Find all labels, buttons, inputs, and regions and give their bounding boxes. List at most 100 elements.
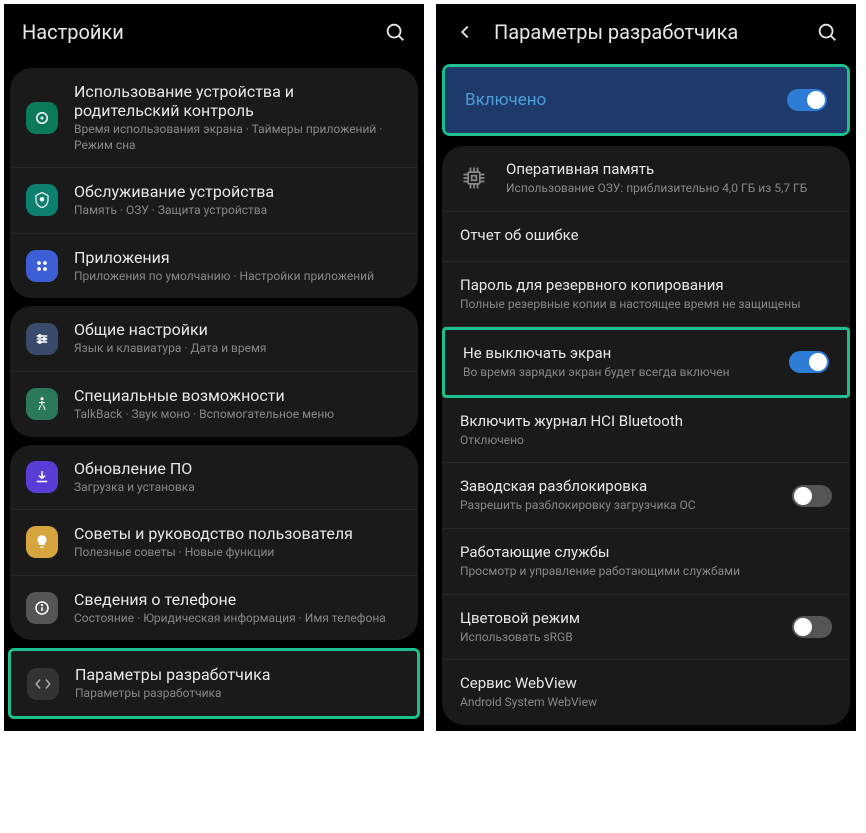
item-title: Специальные возможности: [74, 386, 402, 405]
memory-item[interactable]: Оперативная память Использование ОЗУ: пр…: [442, 146, 850, 212]
enabled-toggle[interactable]: [787, 89, 827, 111]
item-title: Приложения: [74, 248, 402, 267]
stay-awake-item[interactable]: Не выключать экран Во время зарядки экра…: [442, 327, 850, 398]
item-sub: Во время зарядки экран будет всегда вклю…: [463, 365, 771, 381]
page-title: Настройки: [22, 20, 366, 44]
header: Настройки: [4, 4, 424, 60]
item-title: Цветовой режим: [460, 609, 774, 627]
back-icon[interactable]: [454, 21, 476, 43]
about-icon: [26, 592, 58, 624]
item-text: Обслуживание устройства Память · ОЗУ · З…: [74, 182, 402, 219]
item-text: Приложения Приложения по умолчанию · Нас…: [74, 248, 402, 285]
settings-group: Параметры разработчика Параметры разрабо…: [11, 651, 417, 716]
item-text: Пароль для резервного копирования Полные…: [460, 276, 832, 313]
item-sub: Загрузка и установка: [74, 480, 402, 496]
item-sub: Android System WebView: [460, 695, 832, 711]
accessibility-icon: [26, 388, 58, 420]
wellbeing-item[interactable]: Использование устройства и родительский …: [10, 68, 418, 168]
item-text: Специальные возможности TalkBack · Звук …: [74, 386, 402, 423]
header: Параметры разработчика: [436, 4, 856, 60]
item-text: Заводская разблокировка Разрешить разбло…: [460, 477, 774, 514]
color-mode-item[interactable]: Цветовой режим Использовать sRGB: [442, 595, 850, 661]
enabled-toggle-bar[interactable]: Включено: [445, 67, 847, 133]
dev-section: Оперативная память Использование ОЗУ: пр…: [442, 146, 850, 725]
oem-unlock-toggle[interactable]: [792, 485, 832, 507]
item-title: Заводская разблокировка: [460, 477, 774, 495]
item-text: Включить журнал HCI Bluetooth Отключено: [460, 412, 832, 449]
item-title: Пароль для резервного копирования: [460, 276, 832, 294]
item-sub: Отключено: [460, 433, 832, 449]
item-title: Использование устройства и родительский …: [74, 82, 402, 120]
item-sub: Язык и клавиатура · Дата и время: [74, 341, 402, 357]
developer-options-item[interactable]: Параметры разработчика Параметры разрабо…: [11, 651, 417, 716]
oem-unlock-item[interactable]: Заводская разблокировка Разрешить разбло…: [442, 463, 850, 529]
item-text: Советы и руководство пользователя Полезн…: [74, 524, 402, 561]
device-care-item[interactable]: Обслуживание устройства Память · ОЗУ · З…: [10, 168, 418, 234]
item-text: Сведения о телефоне Состояние · Юридичес…: [74, 590, 402, 627]
item-sub: Разрешить разблокировку загрузчика ОС: [460, 498, 774, 514]
page-title: Параметры разработчика: [494, 20, 798, 44]
item-title: Не выключать экран: [463, 344, 771, 362]
item-sub: Использование ОЗУ: приблизительно 4,0 ГБ…: [506, 181, 832, 197]
item-text: Цветовой режим Использовать sRGB: [460, 609, 774, 646]
backup-password-item[interactable]: Пароль для резервного копирования Полные…: [442, 262, 850, 328]
apps-icon: [26, 250, 58, 282]
item-title: Общие настройки: [74, 320, 402, 339]
item-title: Обслуживание устройства: [74, 182, 402, 201]
bluetooth-hci-item[interactable]: Включить журнал HCI Bluetooth Отключено: [442, 398, 850, 464]
item-sub: Память · ОЗУ · Защита устройства: [74, 203, 402, 219]
item-sub: TalkBack · Звук моно · Вспомогательное м…: [74, 407, 402, 423]
item-text: Не выключать экран Во время зарядки экра…: [463, 344, 771, 381]
item-sub: Полезные советы · Новые функции: [74, 545, 402, 561]
cpu-icon: [460, 164, 488, 192]
item-sub: Время использования экрана · Таймеры при…: [74, 122, 402, 153]
item-text: Параметры разработчика Параметры разрабо…: [75, 665, 401, 702]
item-sub: Использовать sRGB: [460, 630, 774, 646]
search-icon[interactable]: [816, 21, 838, 43]
developer-highlight: Параметры разработчика Параметры разрабо…: [8, 648, 420, 719]
item-title: Обновление ПО: [74, 459, 402, 478]
settings-group: Общие настройки Язык и клавиатура · Дата…: [10, 306, 418, 436]
settings-group: Обновление ПО Загрузка и установка Совет…: [10, 445, 418, 641]
item-text: Сервис WebView Android System WebView: [460, 674, 832, 711]
accessibility-item[interactable]: Специальные возможности TalkBack · Звук …: [10, 372, 418, 437]
item-title: Отчет об ошибке: [460, 226, 832, 244]
search-icon[interactable]: [384, 21, 406, 43]
item-sub: Параметры разработчика: [75, 686, 401, 702]
item-sub: Приложения по умолчанию · Настройки прил…: [74, 269, 402, 285]
tips-item[interactable]: Советы и руководство пользователя Полезн…: [10, 510, 418, 576]
settings-screen: Настройки Использование устройства и род…: [4, 4, 424, 731]
running-services-item[interactable]: Работающие службы Просмотр и управление …: [442, 529, 850, 595]
color-mode-toggle[interactable]: [792, 616, 832, 638]
settings-group: Использование устройства и родительский …: [10, 68, 418, 298]
tips-icon: [26, 526, 58, 558]
wellbeing-icon: [26, 102, 58, 134]
update-icon: [26, 461, 58, 493]
item-title: Включить журнал HCI Bluetooth: [460, 412, 832, 430]
item-sub: Просмотр и управление работающими служба…: [460, 564, 832, 580]
stay-awake-toggle[interactable]: [789, 351, 829, 373]
item-title: Сведения о телефоне: [74, 590, 402, 609]
about-item[interactable]: Сведения о телефоне Состояние · Юридичес…: [10, 576, 418, 641]
dev-icon: [27, 668, 59, 700]
item-title: Оперативная память: [506, 160, 832, 178]
apps-item[interactable]: Приложения Приложения по умолчанию · Нас…: [10, 234, 418, 299]
item-sub: Полные резервные копии в настоящее время…: [460, 297, 832, 313]
item-title: Параметры разработчика: [75, 665, 401, 684]
settings-icon: [26, 323, 58, 355]
item-text: Использование устройства и родительский …: [74, 82, 402, 153]
bugreport-item[interactable]: Отчет об ошибке: [442, 212, 850, 262]
software-update-item[interactable]: Обновление ПО Загрузка и установка: [10, 445, 418, 511]
item-text: Отчет об ошибке: [460, 226, 832, 247]
enabled-label: Включено: [465, 90, 546, 110]
item-title: Сервис WebView: [460, 674, 832, 692]
developer-options-screen: Параметры разработчика Включено Оператив…: [436, 4, 856, 731]
enabled-highlight: Включено: [442, 64, 850, 136]
general-item[interactable]: Общие настройки Язык и клавиатура · Дата…: [10, 306, 418, 372]
item-text: Обновление ПО Загрузка и установка: [74, 459, 402, 496]
item-text: Общие настройки Язык и клавиатура · Дата…: [74, 320, 402, 357]
item-title: Советы и руководство пользователя: [74, 524, 402, 543]
item-text: Оперативная память Использование ОЗУ: пр…: [506, 160, 832, 197]
item-title: Работающие службы: [460, 543, 832, 561]
webview-item[interactable]: Сервис WebView Android System WebView: [442, 660, 850, 725]
